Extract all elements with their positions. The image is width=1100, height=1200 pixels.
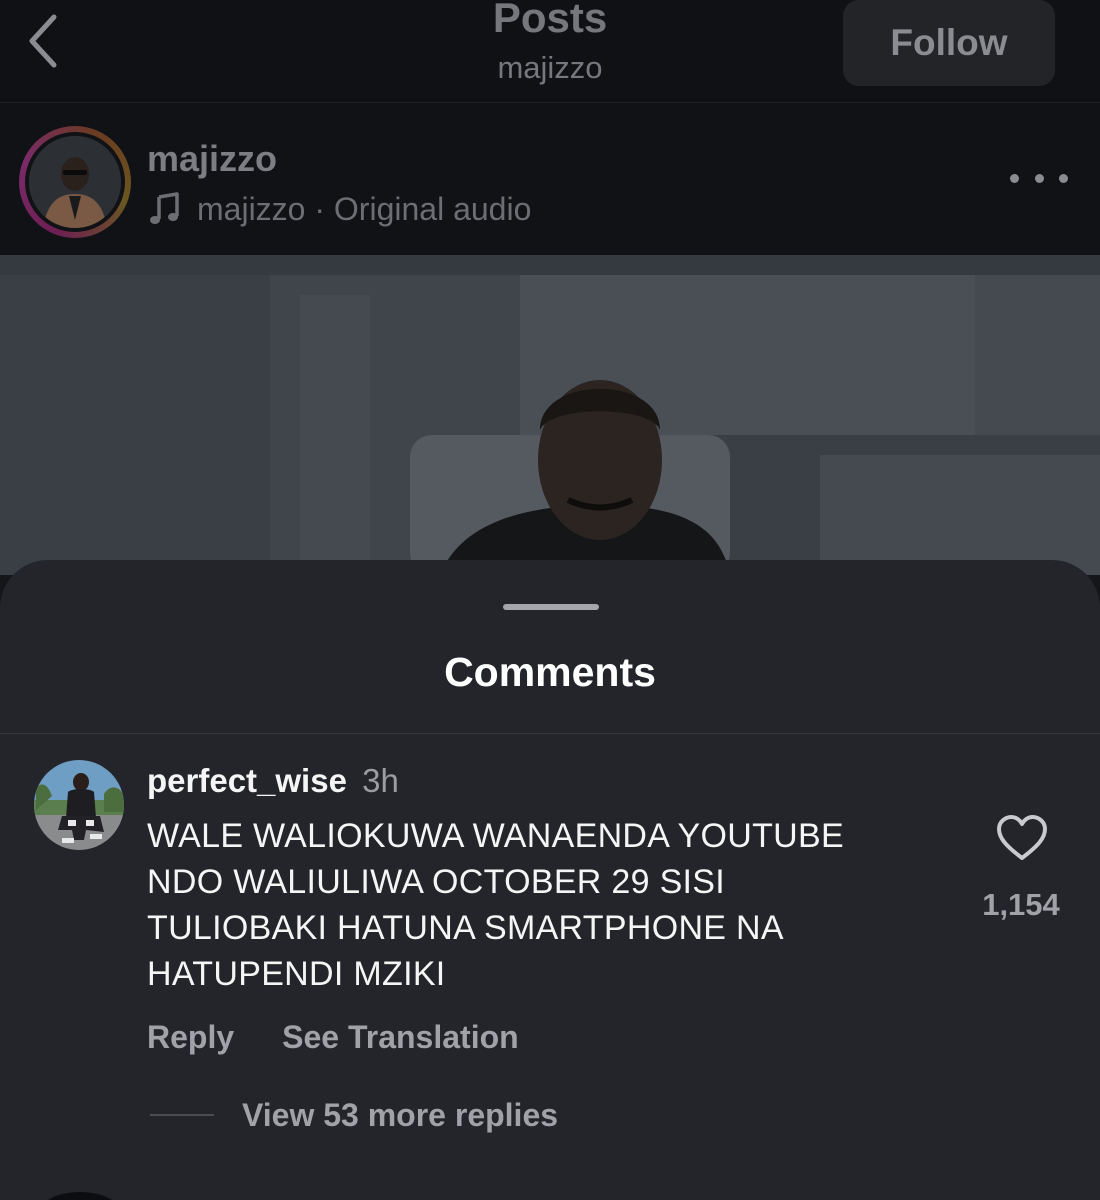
more-horizontal-icon	[1010, 173, 1019, 183]
post-header: majizzo majizzo · Original audio	[0, 103, 1100, 255]
like-button[interactable]	[996, 814, 1048, 862]
follow-button[interactable]: Follow	[843, 0, 1055, 86]
post-screen: Posts majizzo Follow majizzo majizzo · O…	[0, 0, 1100, 1200]
comment-line: TULIOBAKI HATUNA SMARTPHONE NA	[147, 909, 784, 947]
author-avatar-photo	[29, 136, 121, 228]
more-options-button[interactable]	[1010, 158, 1068, 198]
commenter-avatar[interactable]	[34, 760, 124, 850]
view-replies-button[interactable]: View 53 more replies	[150, 1093, 558, 1137]
divider	[0, 733, 1100, 734]
comments-sheet: Comments perfect_wise 3h WALE WALIOKUWA …	[0, 560, 1100, 1200]
post-video[interactable]	[0, 255, 1100, 575]
comment-line: NDO WALIULIWA OCTOBER 29 SISI	[147, 863, 726, 901]
comment-actions: Reply See Translation	[147, 1015, 519, 1059]
video-frame	[0, 255, 1100, 575]
comment-line: WALE WALIOKUWA WANAENDA YOUTUBE	[147, 817, 844, 855]
replies-divider-line	[150, 1114, 214, 1116]
audio-link[interactable]: majizzo · Original audio	[147, 189, 531, 229]
author-avatar[interactable]	[19, 126, 131, 238]
view-replies-label: View 53 more replies	[242, 1096, 559, 1133]
audio-label: Original audio	[333, 190, 532, 227]
audio-owner: majizzo	[197, 190, 306, 227]
reply-button[interactable]: Reply	[147, 1019, 234, 1056]
see-translation-button[interactable]: See Translation	[282, 1019, 519, 1056]
heart-icon	[997, 815, 1047, 860]
sheet-grabber-handle[interactable]	[503, 604, 599, 610]
audio-separator: ·	[305, 190, 334, 227]
comment-text: WALE WALIOKUWA WANAENDA YOUTUBE NDO WALI…	[147, 813, 947, 997]
author-username[interactable]: majizzo	[147, 137, 277, 181]
next-commenter-avatar[interactable]	[40, 1192, 120, 1200]
music-note-icon	[150, 192, 179, 224]
like-count: 1,154	[982, 887, 1060, 922]
comments-title: Comments	[444, 649, 656, 695]
comment-line: HATUPENDI MZIKI	[147, 955, 446, 993]
top-nav-bar: Posts majizzo Follow	[0, 0, 1100, 103]
commenter-username[interactable]: perfect_wise	[147, 762, 347, 799]
comment-timestamp: 3h	[362, 762, 399, 799]
